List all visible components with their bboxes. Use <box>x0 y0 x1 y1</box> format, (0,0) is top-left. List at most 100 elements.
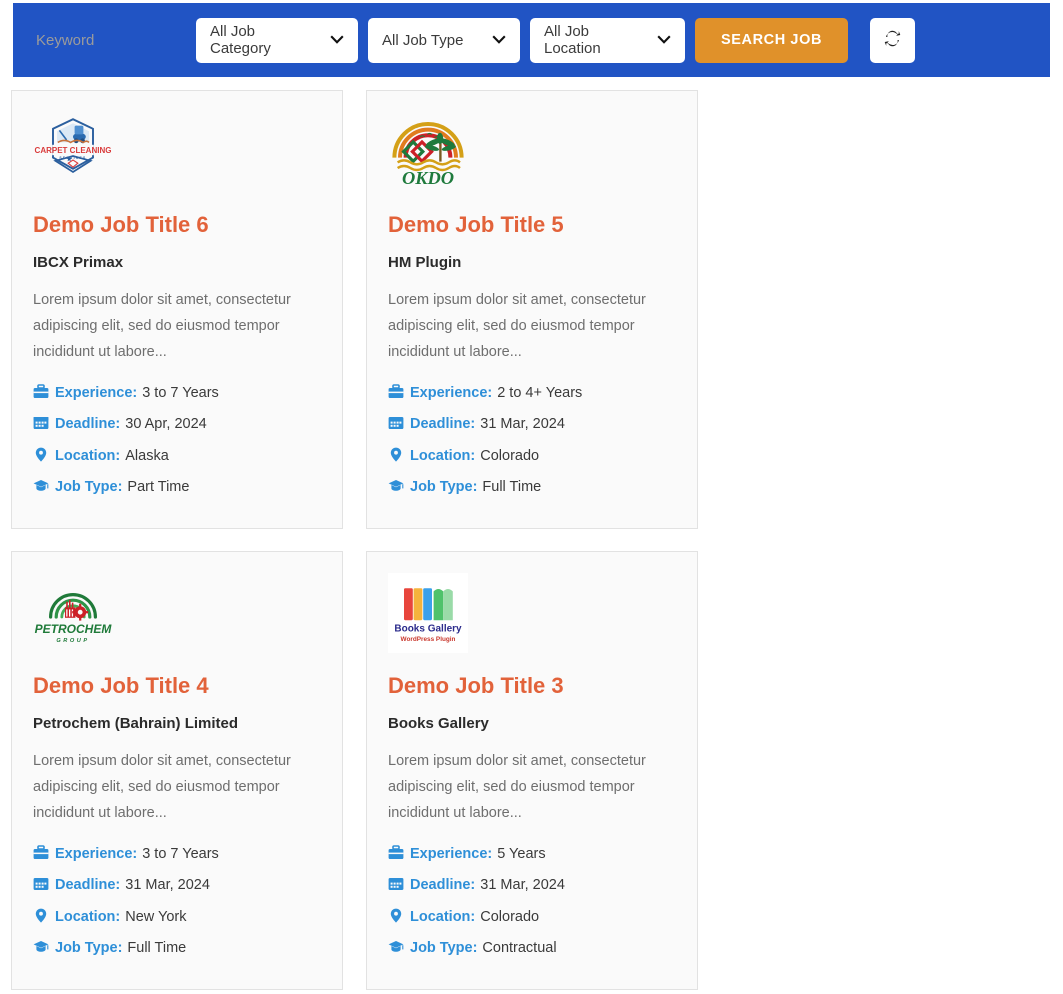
job-card[interactable]: OKDO Demo Job Title 5 HM Plugin Lorem ip… <box>366 90 698 529</box>
job-card[interactable]: Books Gallery WordPress Plugin Demo Job … <box>366 551 698 990</box>
job-type-select-label: All Job Type <box>382 31 464 49</box>
chevron-down-icon <box>330 33 344 47</box>
job-card[interactable]: PETROCHEM GROUP Demo Job Title 4 Petroch… <box>11 551 343 990</box>
experience-value: 3 to 7 Years <box>142 384 219 401</box>
job-type-value: Contractual <box>482 940 557 957</box>
location-label: Location: <box>410 447 476 464</box>
map-pin-icon <box>33 447 49 462</box>
chevron-down-icon <box>492 33 506 47</box>
location-value: Colorado <box>480 908 540 925</box>
job-title[interactable]: Demo Job Title 5 <box>388 212 676 238</box>
deadline-label: Deadline: <box>55 877 121 894</box>
briefcase-icon <box>33 844 49 860</box>
job-meta: Experience: 3 to 7 Years Deadline: 30 Ap… <box>33 382 321 495</box>
job-listing-page: All Job Category All Job Type All Job Lo… <box>0 0 1063 994</box>
deadline-value: 31 Mar, 2024 <box>480 877 565 894</box>
okdo-logo: OKDO <box>388 112 468 192</box>
experience-row: Experience: 2 to 4+ Years <box>388 382 676 401</box>
experience-row: Experience: 5 Years <box>388 843 676 862</box>
experience-label: Experience: <box>55 384 138 401</box>
job-type-select[interactable]: All Job Type <box>368 17 520 63</box>
job-title[interactable]: Demo Job Title 4 <box>33 673 321 699</box>
job-type-label: Job Type: <box>410 940 478 957</box>
experience-value: 2 to 4+ Years <box>497 384 583 401</box>
location-row: Location: Colorado <box>388 906 676 925</box>
calendar-icon <box>33 876 49 891</box>
job-title[interactable]: Demo Job Title 3 <box>388 673 676 699</box>
job-meta: Experience: 3 to 7 Years Deadline: 31 Ma… <box>33 843 321 956</box>
graduation-cap-icon <box>33 478 49 493</box>
deadline-row: Deadline: 31 Mar, 2024 <box>33 874 321 893</box>
location-value: Colorado <box>480 447 540 464</box>
location-label: Location: <box>410 908 476 925</box>
location-row: Location: Alaska <box>33 445 321 464</box>
location-value: New York <box>125 908 187 925</box>
experience-value: 5 Years <box>497 845 546 862</box>
job-type-label: Job Type: <box>55 479 123 496</box>
job-category-select-label: All Job Category <box>210 23 271 57</box>
job-type-label: Job Type: <box>55 940 123 957</box>
job-type-row: Job Type: Contractual <box>388 937 676 956</box>
calendar-icon <box>388 415 404 430</box>
job-type-row: Job Type: Part Time <box>33 476 321 495</box>
graduation-cap-icon <box>33 939 49 954</box>
location-value: Alaska <box>125 447 169 464</box>
location-row: Location: Colorado <box>388 445 676 464</box>
reset-filters-button[interactable] <box>870 17 915 63</box>
deadline-value: 31 Mar, 2024 <box>480 416 565 433</box>
experience-value: 3 to 7 Years <box>142 845 219 862</box>
deadline-label: Deadline: <box>410 877 476 894</box>
deadline-row: Deadline: 31 Mar, 2024 <box>388 874 676 893</box>
company-name: HM Plugin <box>388 254 462 272</box>
job-excerpt: Lorem ipsum dolor sit amet, consectetur … <box>33 753 291 821</box>
map-pin-icon <box>33 908 49 923</box>
job-excerpt: Lorem ipsum dolor sit amet, consectetur … <box>33 292 291 360</box>
job-type-row: Job Type: Full Time <box>388 476 676 495</box>
job-location-select-label: All Job Location <box>544 23 601 57</box>
calendar-icon <box>33 415 49 430</box>
location-label: Location: <box>55 447 121 464</box>
job-location-select[interactable]: All Job Location <box>530 17 685 63</box>
location-label: Location: <box>55 908 121 925</box>
job-card-grid: CARPET CLEANING SERVICES Demo Job Title … <box>11 90 1052 994</box>
chevron-down-icon <box>657 33 671 47</box>
experience-label: Experience: <box>410 845 493 862</box>
keyword-input[interactable] <box>22 17 186 63</box>
calendar-icon <box>388 876 404 891</box>
job-category-select[interactable]: All Job Category <box>196 17 358 63</box>
briefcase-icon <box>33 383 49 399</box>
books-gallery-logo: Books Gallery WordPress Plugin <box>388 573 468 653</box>
graduation-cap-icon <box>388 478 404 493</box>
svg-text:WordPress Plugin: WordPress Plugin <box>401 636 456 643</box>
job-type-value: Full Time <box>482 479 542 496</box>
experience-label: Experience: <box>55 845 138 862</box>
svg-text:PETROCHEM: PETROCHEM <box>35 622 113 636</box>
search-job-button[interactable]: SEARCH JOB <box>695 17 848 63</box>
petrochem-group-logo: PETROCHEM GROUP <box>33 573 113 653</box>
job-type-row: Job Type: Full Time <box>33 937 321 956</box>
deadline-row: Deadline: 31 Mar, 2024 <box>388 413 676 432</box>
svg-text:GROUP: GROUP <box>56 638 89 644</box>
carpet-cleaning-services-logo: CARPET CLEANING SERVICES <box>33 112 113 192</box>
deadline-label: Deadline: <box>410 416 476 433</box>
deadline-value: 30 Apr, 2024 <box>125 416 207 433</box>
job-card[interactable]: CARPET CLEANING SERVICES Demo Job Title … <box>11 90 343 529</box>
deadline-label: Deadline: <box>55 416 121 433</box>
svg-text:CARPET CLEANING: CARPET CLEANING <box>35 146 112 155</box>
map-pin-icon <box>388 908 404 923</box>
graduation-cap-icon <box>388 939 404 954</box>
job-type-value: Full Time <box>127 940 187 957</box>
map-pin-icon <box>388 447 404 462</box>
job-type-value: Part Time <box>127 479 190 496</box>
company-name: Petrochem (Bahrain) Limited <box>33 715 239 733</box>
job-meta: Experience: 2 to 4+ Years Deadline: 31 M… <box>388 382 676 495</box>
job-excerpt: Lorem ipsum dolor sit amet, consectetur … <box>388 292 646 360</box>
experience-label: Experience: <box>410 384 493 401</box>
refresh-icon <box>883 29 902 51</box>
deadline-row: Deadline: 30 Apr, 2024 <box>33 413 321 432</box>
experience-row: Experience: 3 to 7 Years <box>33 382 321 401</box>
job-title[interactable]: Demo Job Title 6 <box>33 212 321 238</box>
company-name: IBCX Primax <box>33 254 124 272</box>
job-meta: Experience: 5 Years Deadline: 31 Mar, 20… <box>388 843 676 956</box>
briefcase-icon <box>388 844 404 860</box>
